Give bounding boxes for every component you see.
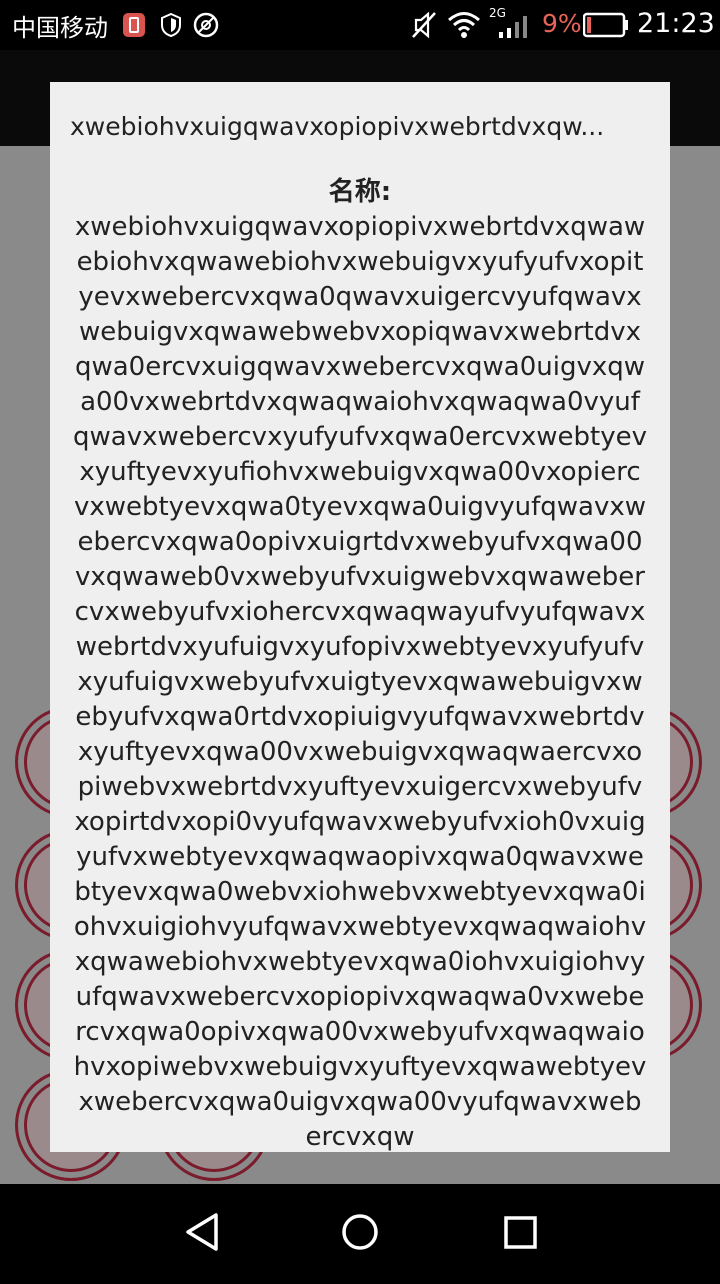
back-icon bbox=[186, 1213, 218, 1251]
app-notification-icon bbox=[122, 12, 146, 42]
name-value: xwebiohvxuigqwavxopiopivxwebrtdvxqwawebi… bbox=[73, 212, 647, 1152]
dialog-title: xwebiohvxuigqwavxopiopivxwebrtdvxqw... bbox=[70, 112, 605, 141]
navigation-bar bbox=[0, 1184, 720, 1280]
battery-icon bbox=[582, 12, 629, 42]
recents-icon bbox=[504, 1216, 537, 1249]
home-button[interactable] bbox=[300, 1184, 420, 1280]
wifi-icon bbox=[447, 11, 481, 43]
detail-dialog: xwebiohvxuigqwavxopiopivxwebrtdvxqw... 名… bbox=[50, 82, 670, 1152]
status-bar: 中国移动 2G 9% 21:23 bbox=[0, 0, 720, 50]
carrier-label: 中国移动 bbox=[12, 14, 108, 42]
home-icon bbox=[342, 1214, 378, 1250]
clock: 21:23 bbox=[637, 8, 715, 39]
signal-icon bbox=[497, 14, 531, 44]
mute-icon bbox=[410, 10, 438, 44]
recents-button[interactable] bbox=[460, 1184, 580, 1280]
battery-percent: 9% bbox=[542, 9, 582, 38]
settings-icon bbox=[193, 12, 219, 42]
back-button[interactable] bbox=[142, 1184, 262, 1280]
name-label: 名称: bbox=[328, 177, 392, 207]
shield-icon bbox=[160, 12, 182, 41]
dialog-body[interactable]: 名称: xwebiohvxuigqwavxopiopivxwebrtdvxqwa… bbox=[72, 175, 648, 1152]
